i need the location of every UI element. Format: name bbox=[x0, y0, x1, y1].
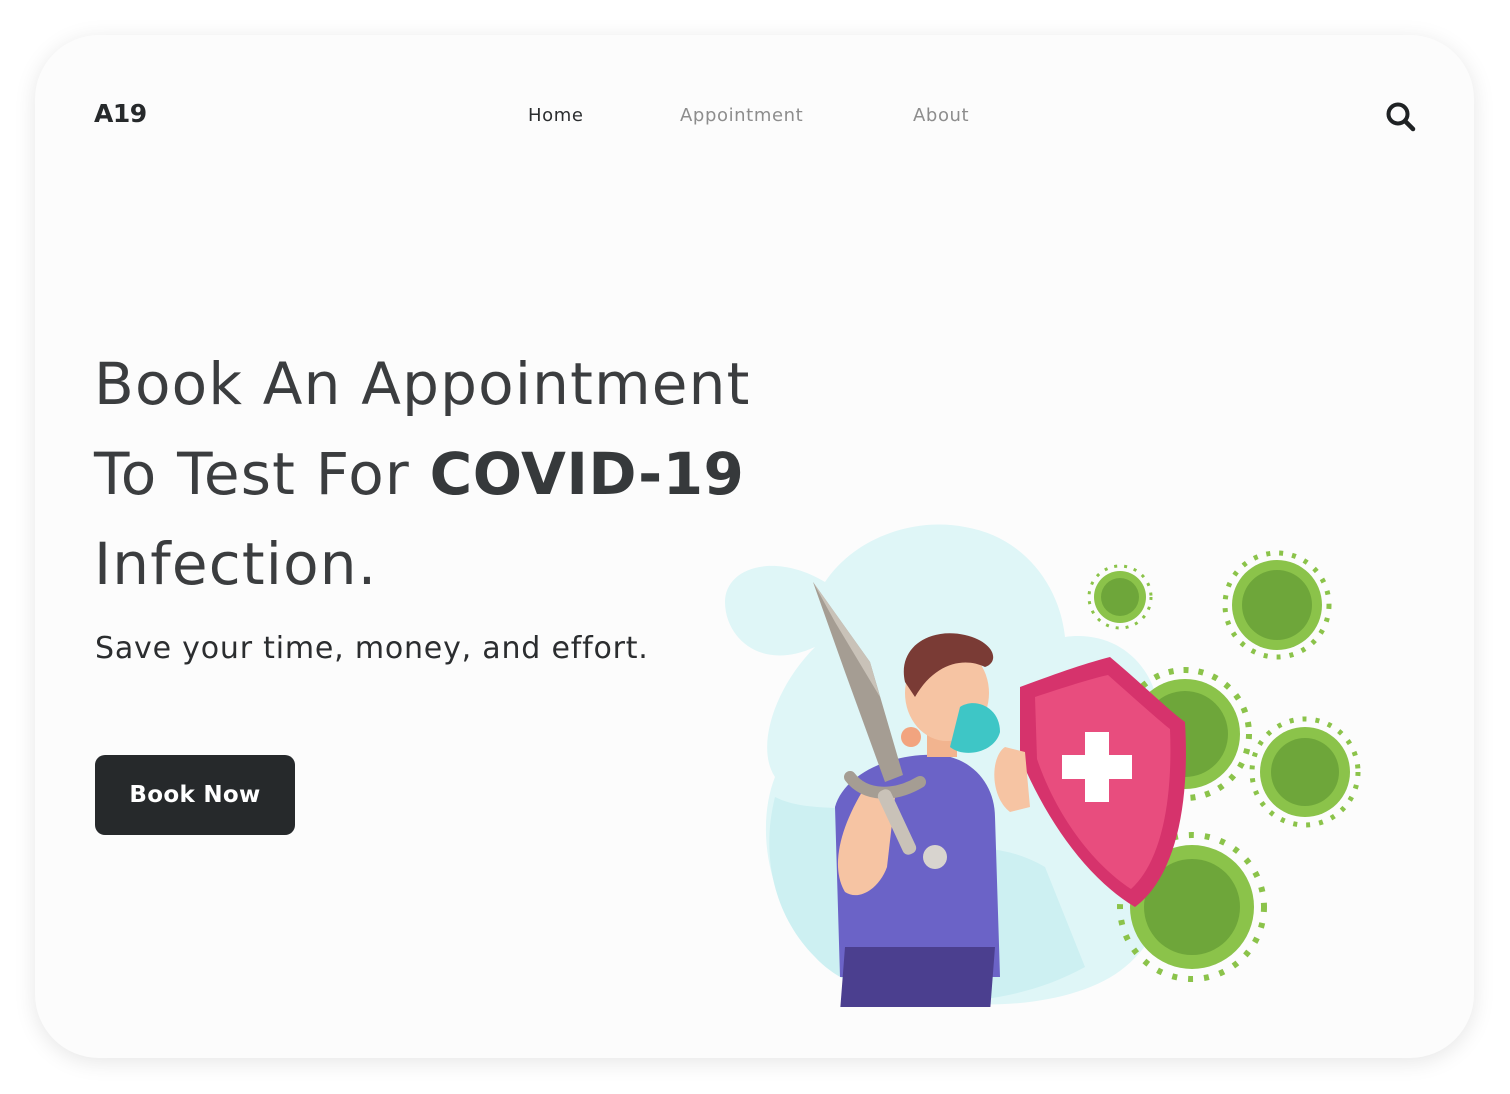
search-icon[interactable] bbox=[1384, 100, 1418, 134]
nav-about[interactable]: About bbox=[913, 105, 969, 126]
book-now-button[interactable]: Book Now bbox=[95, 755, 295, 835]
page-frame: A19 Home Appointment About Book An Appoi… bbox=[35, 35, 1474, 1058]
hero-illustration bbox=[725, 524, 1361, 1007]
headline-line-2-prefix: To Test For bbox=[94, 440, 410, 508]
nav-home[interactable]: Home bbox=[528, 105, 584, 126]
logo[interactable]: A19 bbox=[94, 99, 147, 128]
headline-line-1: Book An Appointment bbox=[94, 350, 751, 418]
hero-subtitle: Save your time, money, and effort. bbox=[95, 631, 649, 666]
nav-appointment[interactable]: Appointment bbox=[680, 105, 803, 126]
